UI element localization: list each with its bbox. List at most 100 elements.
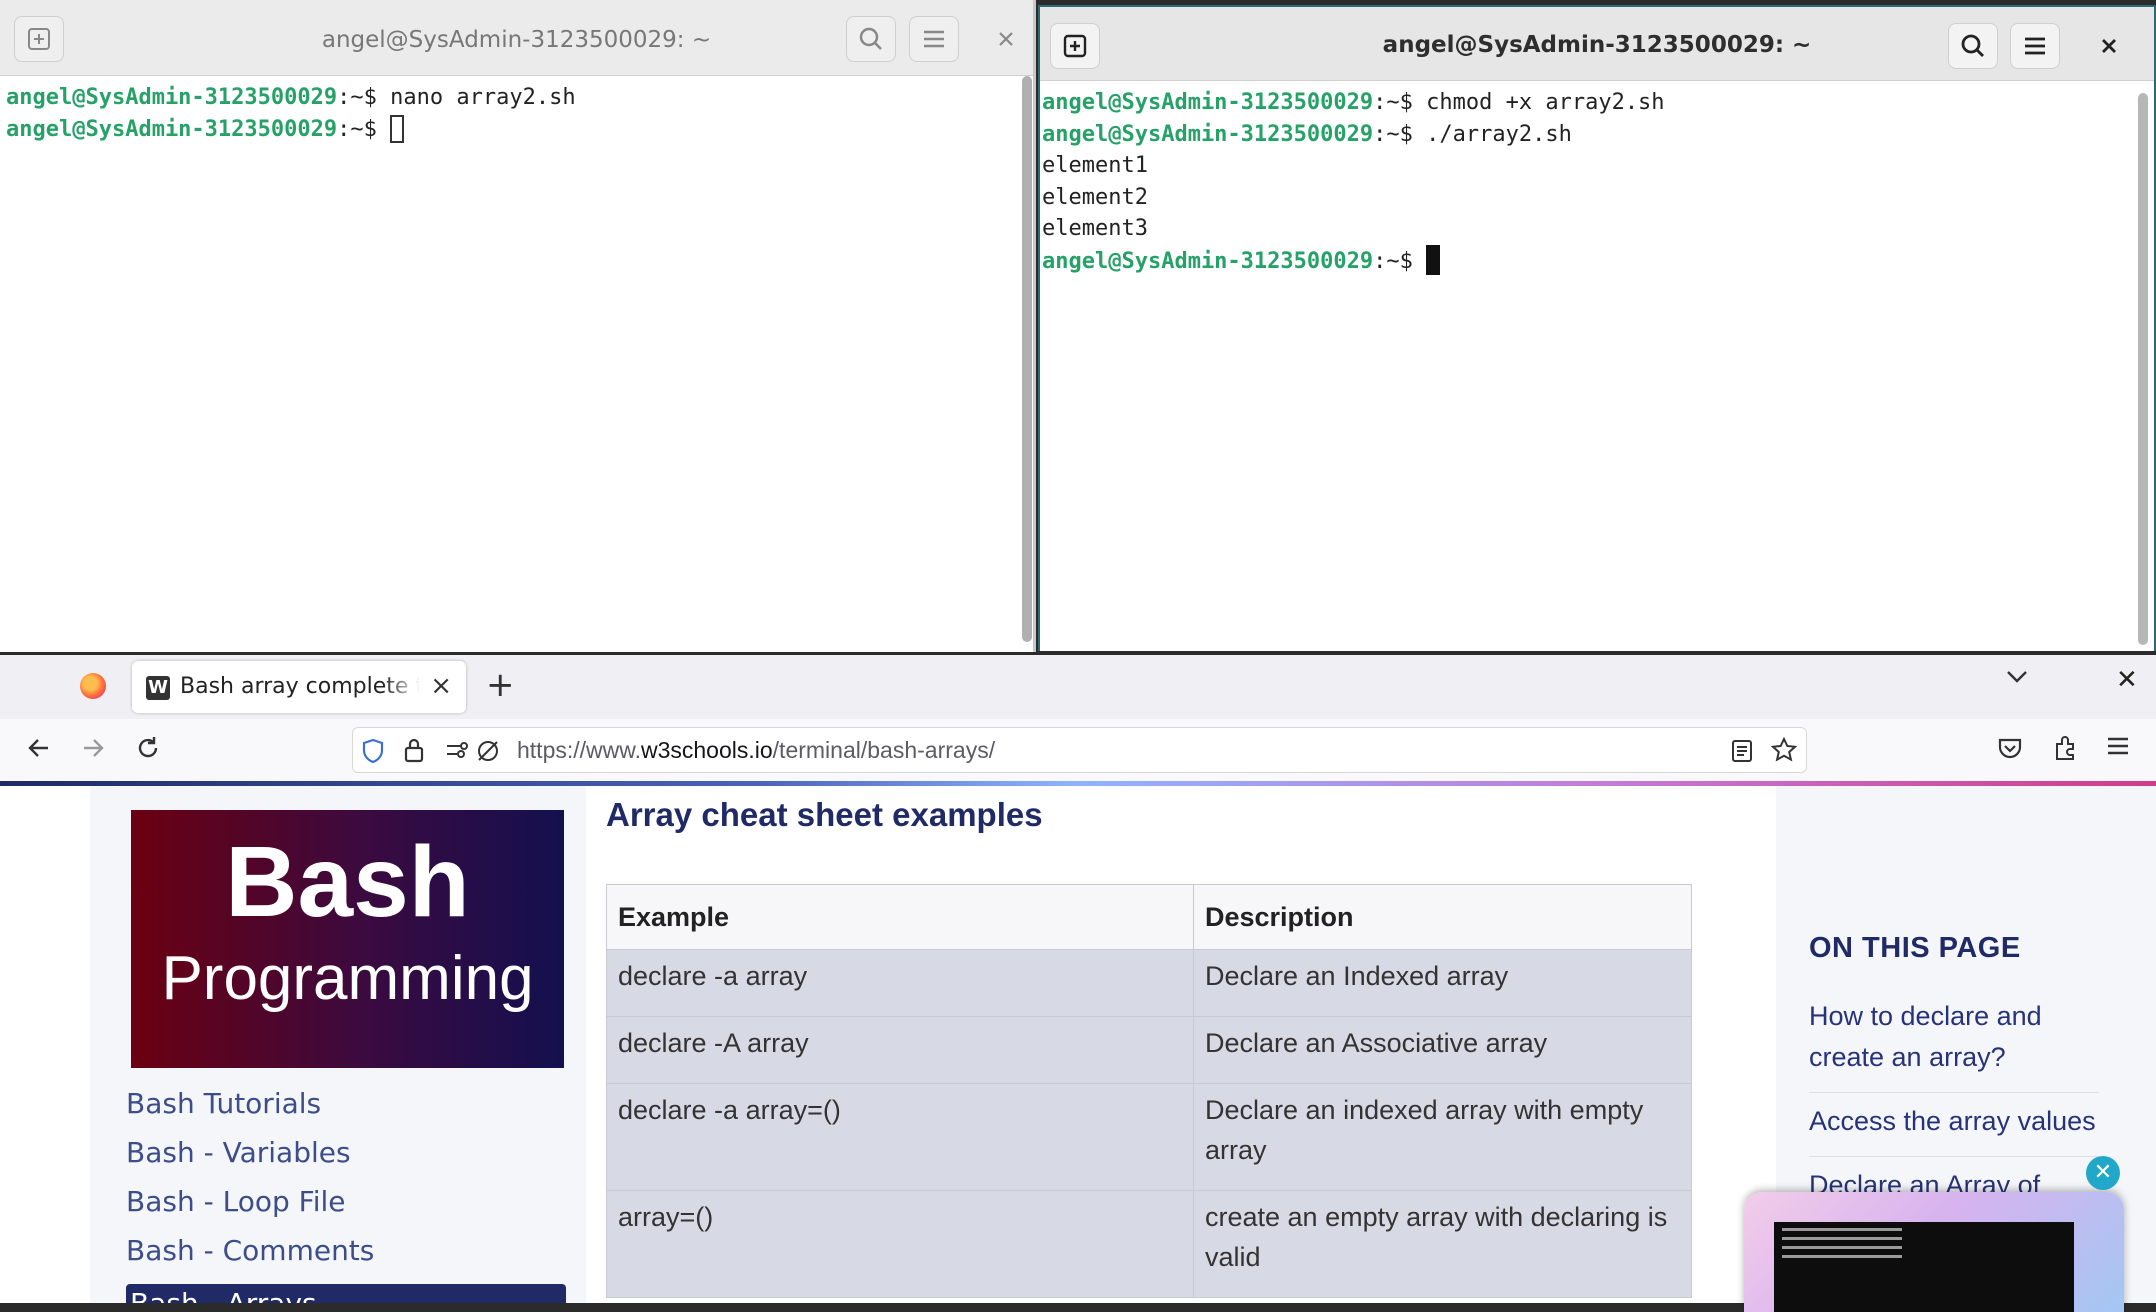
favicon-icon: W (146, 676, 170, 700)
prompt-user: angel@SysAdmin-3123500029 (1042, 248, 1374, 274)
prompt-user: angel@SysAdmin-3123500029 (6, 85, 338, 110)
tab-bar: W Bash array complete tutorial × + ✕ (0, 655, 2156, 719)
url-prefix: https://www. (517, 737, 641, 763)
command-text (1413, 249, 1426, 274)
command-text: ./array2.sh (1412, 121, 1572, 147)
command-text: nano array2.sh (376, 85, 576, 110)
sidebar-item-bash-tutorials[interactable]: Bash Tutorials (126, 1084, 566, 1133)
menu-button[interactable] (909, 16, 959, 62)
terminal-header: angel@SysAdmin-3123500029: ~ (0, 0, 1033, 76)
close-icon (999, 32, 1013, 46)
firefox-icon[interactable] (80, 673, 106, 699)
reader-view-icon[interactable] (1731, 738, 1753, 768)
url-bar[interactable]: https://www.w3schools.io/terminal/bash-a… (352, 727, 1807, 773)
window-close-icon[interactable]: ✕ (2116, 665, 2138, 695)
tab-title: Bash array complete tutorial (180, 674, 420, 699)
search-icon (1961, 34, 1984, 57)
prompt-symbol: :~$ (1373, 121, 1413, 147)
extensions-icon[interactable] (2052, 735, 2078, 765)
preview-line (1782, 1255, 1902, 1258)
toc-link[interactable]: How to declare and create an array? (1809, 996, 2099, 1093)
prompt-user: angel@SysAdmin-3123500029 (1042, 90, 1374, 115)
banner-title: Bash (225, 826, 470, 938)
menu-button[interactable] (2010, 23, 2060, 69)
command-text: chmod +x array2.sh (1412, 90, 1665, 115)
url-text[interactable]: https://www.w3schools.io/terminal/bash-a… (517, 737, 995, 764)
table-row: declare -a array Declare an Indexed arra… (606, 949, 1692, 1017)
hamburger-icon (924, 30, 944, 48)
preview-screen (1774, 1222, 2074, 1312)
prompt-symbol: :~$ (337, 85, 377, 110)
column-header: Example (606, 884, 1194, 950)
terminal-output[interactable]: angel@SysAdmin-3123500029:~$ chmod +x ar… (1040, 81, 2154, 282)
sidebar-item-bash-loop-file[interactable]: Bash - Loop File (126, 1182, 566, 1231)
terminal-output[interactable]: angel@SysAdmin-3123500029:~$ nano array2… (0, 76, 1033, 151)
nav-bar: https://www.w3schools.io/terminal/bash-a… (0, 719, 2156, 781)
preview-line (1782, 1246, 1902, 1249)
bookmark-star-icon[interactable] (1770, 736, 1798, 767)
table-row: declare -A array Declare an Associative … (606, 1016, 1692, 1084)
sidebar-item-bash-arrays[interactable]: Bash - Arrays (126, 1284, 566, 1303)
hamburger-icon (2025, 37, 2045, 55)
terminal-line: angel@SysAdmin-3123500029:~$ chmod +x ar… (1042, 87, 2148, 119)
table-cell: declare -a array (606, 949, 1194, 1017)
terminal-header: angel@SysAdmin-3123500029: ~ (1040, 7, 2154, 81)
terminal-line: angel@SysAdmin-3123500029:~$ (6, 114, 1027, 146)
list-tabs-chevron-down-icon[interactable] (2006, 669, 2028, 688)
terminal-window-right[interactable]: angel@SysAdmin-3123500029: ~ angel@SysAd… (1038, 5, 2156, 651)
preview-close-icon[interactable]: ✕ (2086, 1156, 2120, 1190)
pocket-icon[interactable] (1997, 735, 2023, 765)
shield-icon[interactable] (361, 738, 385, 768)
scrollbar[interactable] (1022, 76, 1032, 642)
prompt-user: angel@SysAdmin-3123500029 (6, 116, 338, 142)
app-menu-hamburger-icon[interactable] (2106, 735, 2130, 761)
output-line: element1 (1042, 153, 1148, 178)
sidebar-item-bash-comments[interactable]: Bash - Comments (126, 1231, 566, 1280)
prompt-user: angel@SysAdmin-3123500029 (1042, 121, 1374, 147)
tab-bash-array[interactable]: W Bash array complete tutorial × (132, 661, 466, 713)
section-heading: Array cheat sheet examples (606, 796, 1043, 833)
terminal-line: angel@SysAdmin-3123500029:~$ (1042, 244, 2148, 277)
output-line: element2 (1042, 184, 1148, 210)
close-icon (2102, 39, 2116, 53)
screenshot-preview-thumbnail[interactable] (1744, 1192, 2124, 1312)
permissions-icon[interactable] (445, 739, 471, 765)
main-content: Array cheat sheet examples Example Descr… (586, 786, 1776, 1303)
close-button[interactable] (981, 16, 1031, 62)
forward-arrow-icon[interactable] (80, 735, 106, 765)
output-line: element3 (1042, 216, 1148, 241)
preview-line (1782, 1228, 1902, 1231)
bash-programming-banner: Bash Programming (131, 810, 564, 1068)
tab-close-icon[interactable]: × (430, 671, 452, 701)
table-cell: array=() (606, 1190, 1194, 1298)
table-row: declare -a array=() Declare an indexed a… (606, 1083, 1692, 1191)
close-button[interactable] (2084, 23, 2134, 69)
table-cell: create an empty array with declaring is … (1193, 1190, 1692, 1298)
url-domain: w3schools.io (640, 737, 773, 763)
sidebar-item-bash-variables[interactable]: Bash - Variables (126, 1133, 566, 1182)
table-cell: Declare an indexed array with empty arra… (1193, 1083, 1692, 1191)
scrollbar[interactable] (2138, 93, 2148, 645)
search-button[interactable] (1948, 23, 1998, 69)
column-header: Description (1193, 884, 1692, 950)
table-cell: declare -A array (606, 1016, 1194, 1084)
tracking-protection-icon[interactable] (475, 738, 501, 768)
table-cell: Declare an Associative array (1193, 1016, 1692, 1084)
prompt-symbol: :~$ (1373, 248, 1413, 274)
search-button[interactable] (846, 16, 896, 62)
table-cell: declare -a array=() (606, 1083, 1194, 1191)
new-tab-plus-icon[interactable]: + (486, 667, 515, 703)
terminal-window-left[interactable]: angel@SysAdmin-3123500029: ~ angel@SysAd… (0, 0, 1036, 652)
lock-icon[interactable] (403, 737, 425, 767)
text-cursor (1426, 244, 1441, 275)
terminal-line: angel@SysAdmin-3123500029:~$ nano array2… (6, 82, 1027, 114)
toc-heading: ON THIS PAGE (1809, 932, 2021, 964)
back-arrow-icon[interactable] (26, 735, 52, 765)
command-text (377, 117, 390, 142)
prompt-symbol: :~$ (337, 116, 377, 142)
reload-icon[interactable] (135, 735, 161, 765)
prompt-symbol: :~$ (1373, 90, 1413, 115)
terminal-line: angel@SysAdmin-3123500029:~$ ./array2.sh (1042, 119, 2148, 151)
toc-link[interactable]: Access the array values (1809, 1101, 2099, 1157)
cheat-sheet-table: Example Description declare -a array Dec… (606, 884, 1692, 1298)
